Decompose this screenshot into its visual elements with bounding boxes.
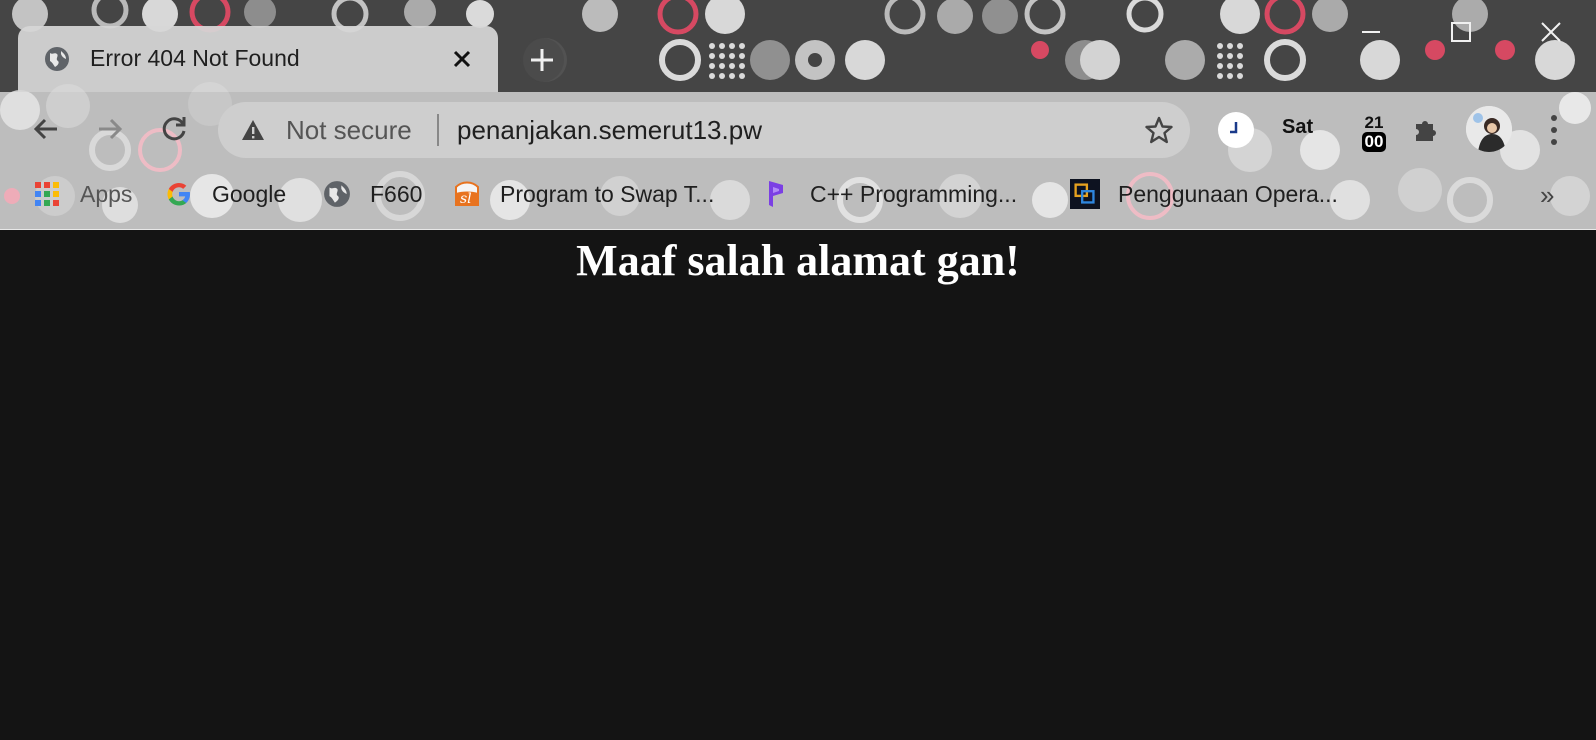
bookmark-label: F660 xyxy=(370,180,423,207)
browser-chrome: Error 404 Not Found Not secure penanjaka xyxy=(0,0,1596,230)
app-logo-icon xyxy=(1070,179,1100,209)
bookmark-label: Google xyxy=(212,180,287,207)
bookmark-google[interactable]: Google xyxy=(164,176,286,212)
security-label[interactable]: Not secure xyxy=(286,115,412,146)
tab-active[interactable]: Error 404 Not Found xyxy=(18,26,498,92)
clock-extension[interactable] xyxy=(1218,112,1254,148)
bookmark-apps[interactable]: Apps xyxy=(32,176,132,212)
back-arrow-icon xyxy=(33,118,57,140)
maximize-button[interactable] xyxy=(1438,14,1484,50)
apps-grid-icon xyxy=(32,179,62,209)
bookmark-label: Program to Swap T... xyxy=(500,180,715,207)
close-icon xyxy=(1541,22,1561,42)
bookmark-penggunaan-opera[interactable]: Penggunaan Opera... xyxy=(1070,176,1338,212)
bookmark-label: C++ Programming... xyxy=(810,180,1018,207)
new-tab-button[interactable] xyxy=(520,38,564,82)
bookmarks-overflow-button[interactable]: » xyxy=(1540,180,1554,211)
bookmark-label: Apps xyxy=(80,180,133,207)
address-bar[interactable]: Not secure penanjakan.semerut13.pw xyxy=(218,102,1190,158)
star-icon[interactable] xyxy=(1144,115,1174,145)
close-icon[interactable] xyxy=(446,43,478,75)
bookmark-label: Penggunaan Opera... xyxy=(1118,180,1338,207)
bookmark-f660[interactable]: F660 xyxy=(322,176,422,212)
back-button[interactable] xyxy=(24,107,68,151)
date-number: 21 xyxy=(1364,113,1384,132)
date-extension[interactable]: 21 00 xyxy=(1356,110,1392,156)
url-text[interactable]: penanjakan.semerut13.pw xyxy=(457,115,762,146)
google-icon xyxy=(164,179,194,209)
reload-button[interactable] xyxy=(152,107,196,151)
globe-icon xyxy=(45,47,69,71)
minimize-icon xyxy=(1362,31,1380,33)
profile-avatar[interactable] xyxy=(1466,106,1512,152)
sl-logo-icon: sl xyxy=(452,179,482,209)
puzzle-icon xyxy=(1416,121,1436,141)
svg-text:sl: sl xyxy=(460,191,472,207)
maximize-icon xyxy=(1451,22,1471,42)
day-extension[interactable]: Sat xyxy=(1282,116,1313,139)
globe-icon xyxy=(322,179,352,209)
clock-icon xyxy=(1230,122,1238,134)
window-close-button[interactable] xyxy=(1528,14,1574,50)
omnibox-divider xyxy=(437,114,439,146)
reload-icon xyxy=(162,117,186,141)
date-box: 00 xyxy=(1361,132,1387,152)
page-heading: Maaf salah alamat gan! xyxy=(576,236,1020,285)
toolbar-divider xyxy=(0,229,1596,230)
minimize-button[interactable] xyxy=(1348,14,1394,50)
forward-button[interactable] xyxy=(88,107,132,151)
tab-title: Error 404 Not Found xyxy=(90,45,300,71)
page-content: Maaf salah alamat gan! xyxy=(0,231,1596,740)
warning-triangle-icon[interactable] xyxy=(240,117,266,143)
avatar-image xyxy=(1466,106,1512,152)
bookmark-cpp-programming[interactable]: C++ Programming... xyxy=(762,176,1017,212)
extensions-button[interactable] xyxy=(1410,113,1442,145)
forward-arrow-icon xyxy=(99,118,123,140)
bookmark-program-swap[interactable]: sl Program to Swap T... xyxy=(452,176,714,212)
plus-icon xyxy=(531,49,553,71)
p-logo-icon xyxy=(762,179,792,209)
three-dots-icon[interactable] xyxy=(1544,110,1564,150)
